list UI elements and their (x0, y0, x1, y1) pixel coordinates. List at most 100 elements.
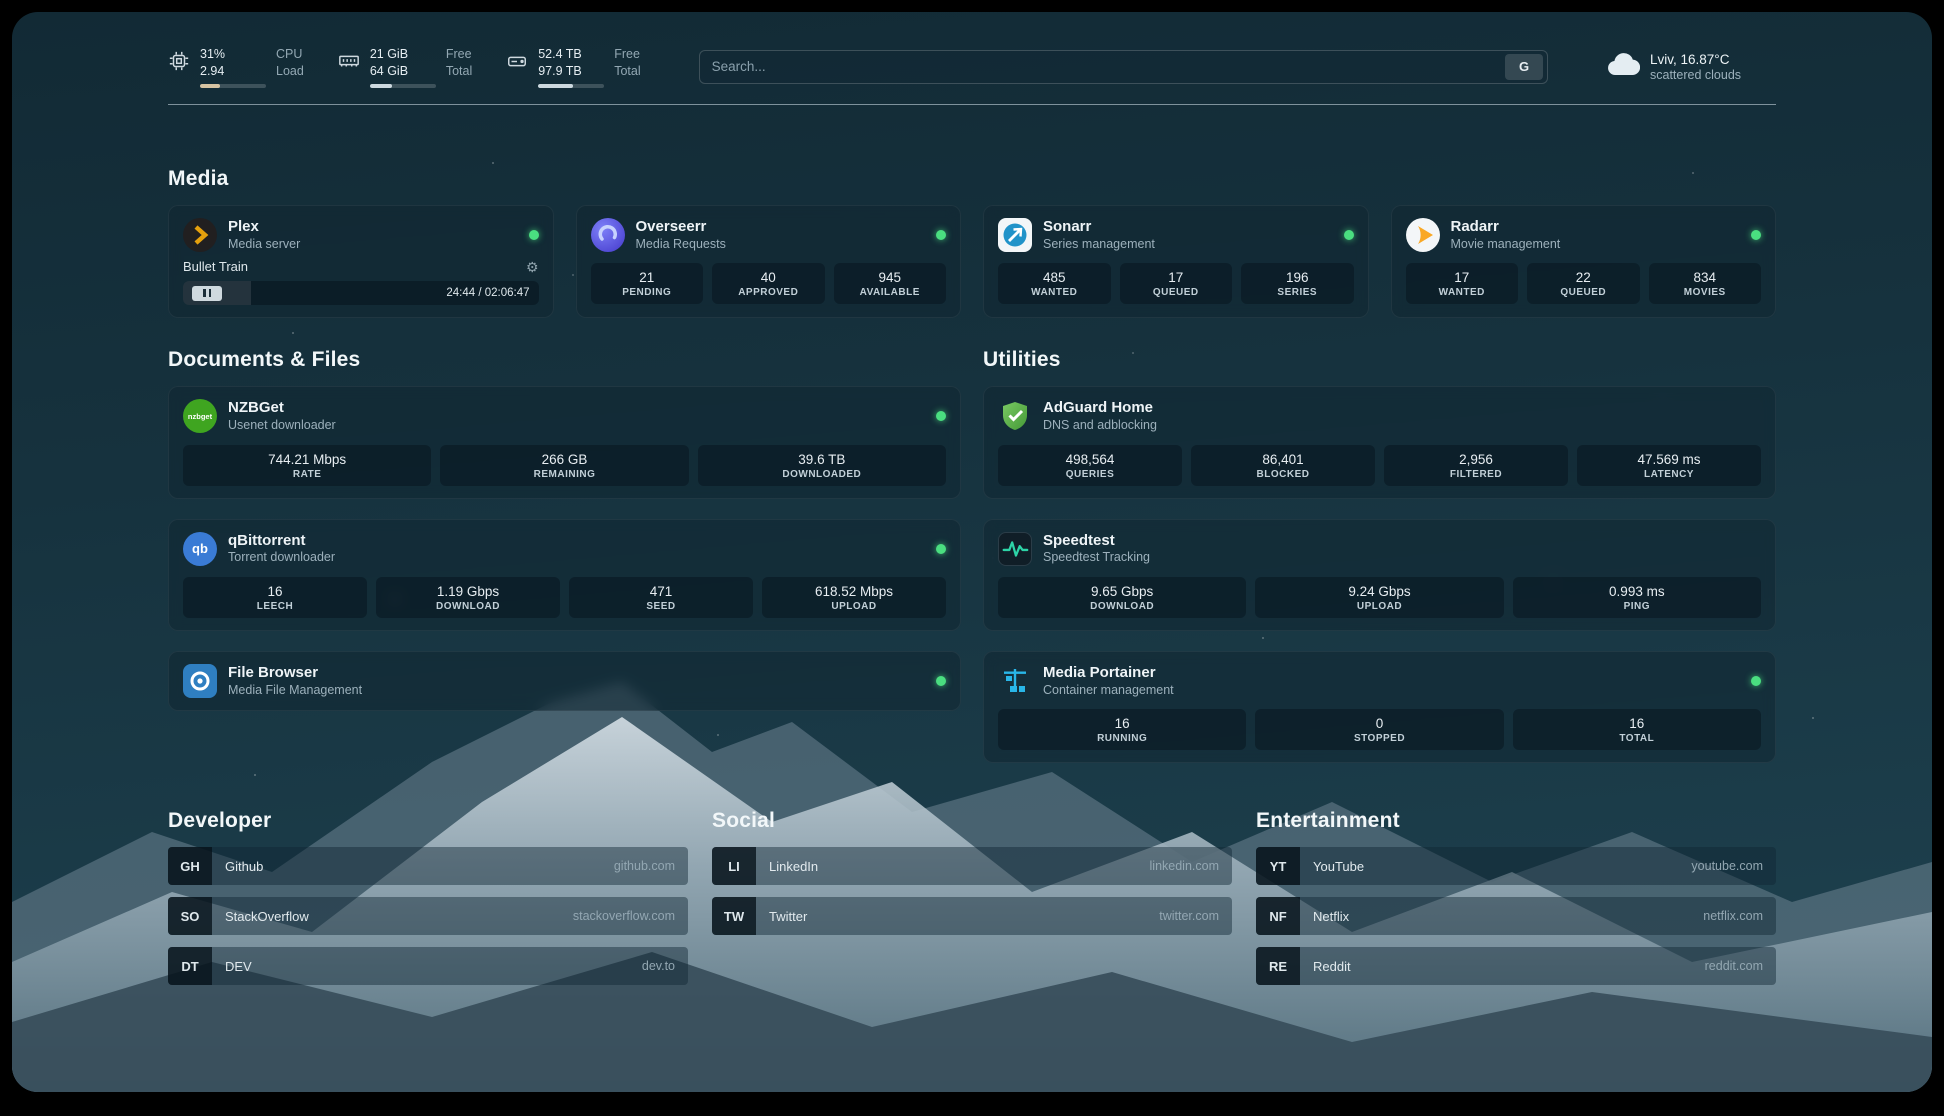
plex-icon (183, 218, 217, 252)
section-title-documents: Documents & Files (168, 348, 961, 372)
service-card-filebrowser[interactable]: File Browser Media File Management (168, 651, 961, 711)
service-card-overseerr[interactable]: Overseerr Media Requests 21 PENDING 40 A… (576, 205, 962, 318)
status-indicator (936, 544, 946, 554)
service-card-speedtest[interactable]: Speedtest Speedtest Tracking 9.65 Gbps D… (983, 519, 1776, 631)
service-card-nzbget[interactable]: nzbget NZBGet Usenet downloader 744.21 M… (168, 386, 961, 498)
cpu-load: 2.94 (200, 63, 266, 80)
ram-total: 64 GiB (370, 63, 436, 80)
section-media: Media Plex Media server (168, 167, 1776, 318)
bookmark-twitter[interactable]: TW Twitter twitter.com (712, 897, 1232, 935)
status-indicator (1344, 230, 1354, 240)
bookmark-github[interactable]: GH Github github.com (168, 847, 688, 885)
service-name: qBittorrent (228, 532, 335, 551)
status-indicator (1751, 230, 1761, 240)
stat-running: 16 RUNNING (998, 709, 1246, 750)
stat-rate: 744.21 Mbps RATE (183, 445, 431, 486)
service-subtitle: Media server (228, 237, 300, 253)
section-social: Social LI LinkedIn linkedin.com TW Twitt… (712, 809, 1232, 985)
stat-upload: 618.52 Mbps UPLOAD (762, 577, 946, 618)
stat-queries: 498,564 QUERIES (998, 445, 1182, 486)
service-card-portainer[interactable]: Media Portainer Container management 16 … (983, 651, 1776, 763)
service-card-radarr[interactable]: Radarr Movie management 17 WANTED 22 QUE… (1391, 205, 1777, 318)
service-subtitle: Media Requests (636, 237, 726, 253)
section-title-social: Social (712, 809, 1232, 833)
disk-total: 97.9 TB (538, 63, 604, 80)
section-title-developer: Developer (168, 809, 688, 833)
bookmark-abbr: DT (168, 947, 212, 985)
plex-player-bar[interactable]: 24:44 / 02:06:47 (183, 281, 539, 305)
service-subtitle: DNS and adblocking (1043, 418, 1157, 434)
service-name: Media Portainer (1043, 664, 1174, 683)
bookmark-netflix[interactable]: NF Netflix netflix.com (1256, 897, 1776, 935)
section-developer: Developer GH Github github.com SO StackO… (168, 809, 688, 985)
disk-labels: Free Total (614, 46, 640, 80)
stat-leech: 16 LEECH (183, 577, 367, 618)
search-bar[interactable]: G (699, 50, 1548, 84)
pause-button[interactable] (192, 286, 222, 301)
filebrowser-icon (183, 664, 217, 698)
section-title-utilities: Utilities (983, 348, 1776, 372)
stat-seed: 471 SEED (569, 577, 753, 618)
bookmark-abbr: NF (1256, 897, 1300, 935)
service-name: Radarr (1451, 218, 1561, 237)
bookmark-abbr: LI (712, 847, 756, 885)
stat-upload: 9.24 Gbps UPLOAD (1255, 577, 1503, 618)
service-name: NZBGet (228, 399, 336, 418)
service-name: File Browser (228, 664, 362, 683)
service-card-adguard[interactable]: AdGuard Home DNS and adblocking 498,564 … (983, 386, 1776, 498)
status-indicator (936, 411, 946, 421)
cpu-progress-bar (200, 84, 266, 88)
ram-widget: 21 GiB 64 GiB Free Total (338, 46, 472, 88)
bookmark-abbr: YT (1256, 847, 1300, 885)
header-divider (168, 104, 1776, 105)
bookmark-stackoverflow[interactable]: SO StackOverflow stackoverflow.com (168, 897, 688, 935)
cpu-widget: 31% 2.94 CPU Load (168, 46, 304, 88)
stat-queued: 22 QUEUED (1527, 263, 1640, 304)
service-name: AdGuard Home (1043, 399, 1157, 418)
status-indicator (936, 230, 946, 240)
bookmark-reddit[interactable]: RE Reddit reddit.com (1256, 947, 1776, 985)
stat-downloaded: 39.6 TB DOWNLOADED (698, 445, 946, 486)
service-subtitle: Speedtest Tracking (1043, 550, 1150, 566)
weather-widget: Lviv, 16.87°C scattered clouds (1606, 51, 1776, 82)
section-entertainment: Entertainment YT YouTube youtube.com NF … (1256, 809, 1776, 985)
stat-remaining: 266 GB REMAINING (440, 445, 688, 486)
bookmark-abbr: TW (712, 897, 756, 935)
dashboard-screen: 31% 2.94 CPU Load (12, 12, 1932, 1092)
stat-ping: 0.993 ms PING (1513, 577, 1761, 618)
bookmark-youtube[interactable]: YT YouTube youtube.com (1256, 847, 1776, 885)
ram-progress-bar (370, 84, 436, 88)
settings-gear-icon[interactable]: ⚙ (526, 260, 539, 274)
service-name: Sonarr (1043, 218, 1155, 237)
stat-available: 945 AVAILABLE (834, 263, 947, 304)
top-bar: 31% 2.94 CPU Load (168, 12, 1776, 88)
service-card-plex[interactable]: Plex Media server Bullet Train ⚙ 24:44 /… (168, 205, 554, 318)
weather-location: Lviv, 16.87°C (1650, 52, 1741, 67)
service-subtitle: Torrent downloader (228, 550, 335, 566)
bookmark-abbr: RE (1256, 947, 1300, 985)
status-indicator (529, 230, 539, 240)
stat-latency: 47.569 ms LATENCY (1577, 445, 1761, 486)
portainer-icon (998, 664, 1032, 698)
service-name: Speedtest (1043, 532, 1150, 551)
service-card-qbittorrent[interactable]: qb qBittorrent Torrent downloader 16 (168, 519, 961, 631)
stat-wanted: 17 WANTED (1406, 263, 1519, 304)
bookmark-linkedin[interactable]: LI LinkedIn linkedin.com (712, 847, 1232, 885)
cloud-icon (1606, 51, 1640, 82)
stat-queued: 17 QUEUED (1120, 263, 1233, 304)
service-card-sonarr[interactable]: Sonarr Series management 485 WANTED 17 Q… (983, 205, 1369, 318)
section-title-media: Media (168, 167, 1776, 191)
stat-approved: 40 APPROVED (712, 263, 825, 304)
disk-free: 52.4 TB (538, 46, 604, 63)
ram-free: 21 GiB (370, 46, 436, 63)
service-subtitle: Container management (1043, 683, 1174, 699)
stat-wanted: 485 WANTED (998, 263, 1111, 304)
stat-movies: 834 MOVIES (1649, 263, 1762, 304)
playback-time: 24:44 / 02:06:47 (446, 287, 529, 299)
weather-condition: scattered clouds (1650, 68, 1741, 82)
search-provider-button[interactable]: G (1505, 54, 1543, 80)
bookmark-dev[interactable]: DT DEV dev.to (168, 947, 688, 985)
search-input[interactable] (712, 59, 1505, 74)
memory-icon (338, 50, 360, 77)
status-indicator (1751, 676, 1761, 686)
